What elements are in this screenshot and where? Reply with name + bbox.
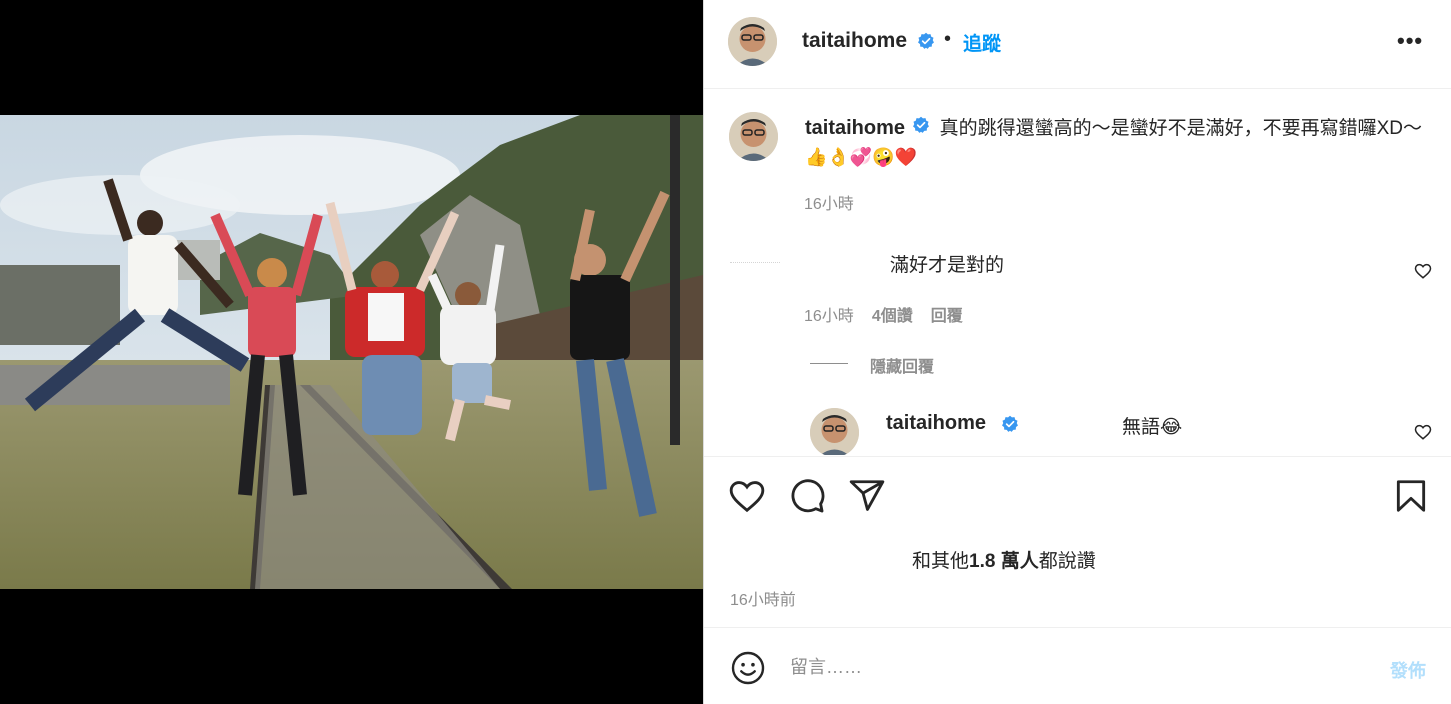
caption-author-avatar[interactable] [729, 112, 778, 161]
reply-author-avatar[interactable] [810, 408, 859, 455]
comments-section[interactable]: taitaihome 真的跳得還蠻高的～是蠻好不是滿好，不要再寫錯囉XD～ 👍👌💞… [704, 90, 1451, 455]
reply-text: 無語😂 [1122, 417, 1183, 438]
like-heart-icon[interactable] [728, 477, 766, 520]
caption-emojis: 👍👌💞🤪❤️ [805, 147, 918, 167]
likes-prefix: 和其他 [912, 551, 970, 572]
hidden-commenter [730, 262, 780, 265]
emoji-smile-icon[interactable] [730, 650, 766, 691]
hide-replies-line [810, 363, 848, 364]
post-timestamp: 16小時前 [730, 592, 796, 609]
save-bookmark-icon[interactable] [1392, 477, 1430, 520]
post-caption: taitaihome 真的跳得還蠻高的～是蠻好不是滿好，不要再寫錯囉XD～ 👍👌💞… [805, 114, 1425, 172]
comment-like-heart-icon[interactable] [1414, 262, 1432, 280]
comment-meta: 16小時 4個讚 回覆 [804, 302, 963, 326]
caption-text: 真的跳得還蠻高的～是蠻好不是滿好，不要再寫錯囉XD～ [939, 118, 1422, 139]
author-avatar[interactable] [728, 17, 777, 66]
reply-like-heart-icon[interactable] [1414, 423, 1432, 441]
verified-badge-icon [917, 32, 935, 55]
comment-time: 16小時 [804, 308, 854, 325]
post-header: taitaihome • 追蹤 ••• [704, 0, 1451, 89]
post-comment-button[interactable]: 發佈 [1390, 657, 1426, 683]
likes-count[interactable]: 和其他1.8 萬人都說讚 [912, 546, 1096, 573]
likes-suffix: 都說讚 [1038, 551, 1096, 572]
more-options-icon[interactable]: ••• [1397, 28, 1423, 54]
post-media[interactable] [0, 0, 703, 704]
caption-username[interactable]: taitaihome [805, 117, 905, 139]
comment-input[interactable] [790, 652, 1350, 682]
reply-username[interactable]: taitaihome [886, 412, 986, 435]
likes-number: 1.8 萬人 [969, 551, 1039, 572]
comment-reply-button[interactable]: 回覆 [931, 308, 963, 325]
post-actions: 和其他1.8 萬人都說讚 16小時前 [704, 456, 1451, 626]
comment-likes[interactable]: 4個讚 [872, 308, 913, 325]
comment-bubble-icon[interactable] [788, 477, 826, 520]
post-side-panel: taitaihome • 追蹤 ••• taitaihome 真的跳得還蠻高的～… [703, 0, 1451, 704]
comment-text: 滿好才是對的 [890, 255, 1005, 276]
post-photo [0, 115, 703, 589]
caption-time: 16小時 [804, 196, 854, 213]
separator-dot: • [944, 28, 952, 50]
share-send-icon[interactable] [848, 477, 886, 520]
verified-badge-icon [912, 115, 930, 143]
author-username[interactable]: taitaihome [802, 29, 907, 53]
comment-composer: 發佈 [704, 627, 1451, 704]
verified-badge-icon [1001, 415, 1019, 438]
follow-button[interactable]: 追蹤 [963, 29, 1001, 56]
hide-replies-button[interactable]: 隱藏回覆 [870, 353, 934, 377]
